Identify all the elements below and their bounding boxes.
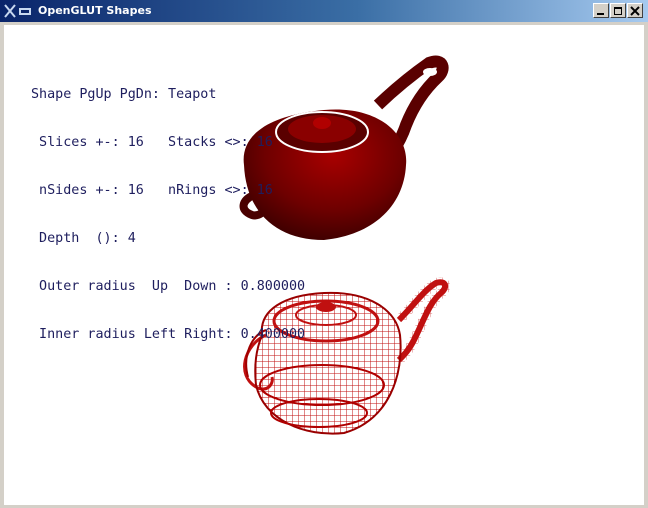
overlay-line-inner-radius: Inner radius Left Right: 0.400000: [31, 327, 306, 342]
title-bar[interactable]: OpenGLUT Shapes: [0, 0, 648, 22]
maximize-icon: [614, 7, 622, 15]
minimize-icon: [597, 13, 604, 15]
minimize-button[interactable]: [593, 3, 609, 18]
gl-canvas[interactable]: Shape PgUp PgDn: Teapot Slices +-: 16 St…: [4, 25, 644, 505]
overlay-line-outer-radius: Outer radius Up Down : 0.800000: [31, 279, 306, 294]
overlay-line-shape: Shape PgUp PgDn: Teapot: [31, 87, 217, 102]
maximize-button[interactable]: [610, 3, 626, 18]
overlay-line-depth: Depth (): 4: [31, 231, 136, 246]
window-title: OpenGLUT Shapes: [38, 4, 152, 17]
controls-overlay: Shape PgUp PgDn: Teapot Slices +-: 16 St…: [31, 55, 305, 375]
overlay-line-nsides: nSides +-: 16 nRings <>: 16: [31, 183, 273, 198]
x-window-icon[interactable]: [3, 3, 33, 19]
overlay-line-slices: Slices +-: 16 Stacks <>: 16: [31, 135, 273, 150]
close-icon: [630, 6, 640, 16]
app-window: OpenGLUT Shapes Shape PgUp PgDn: Teapot …: [0, 0, 648, 508]
close-button[interactable]: [627, 3, 643, 18]
